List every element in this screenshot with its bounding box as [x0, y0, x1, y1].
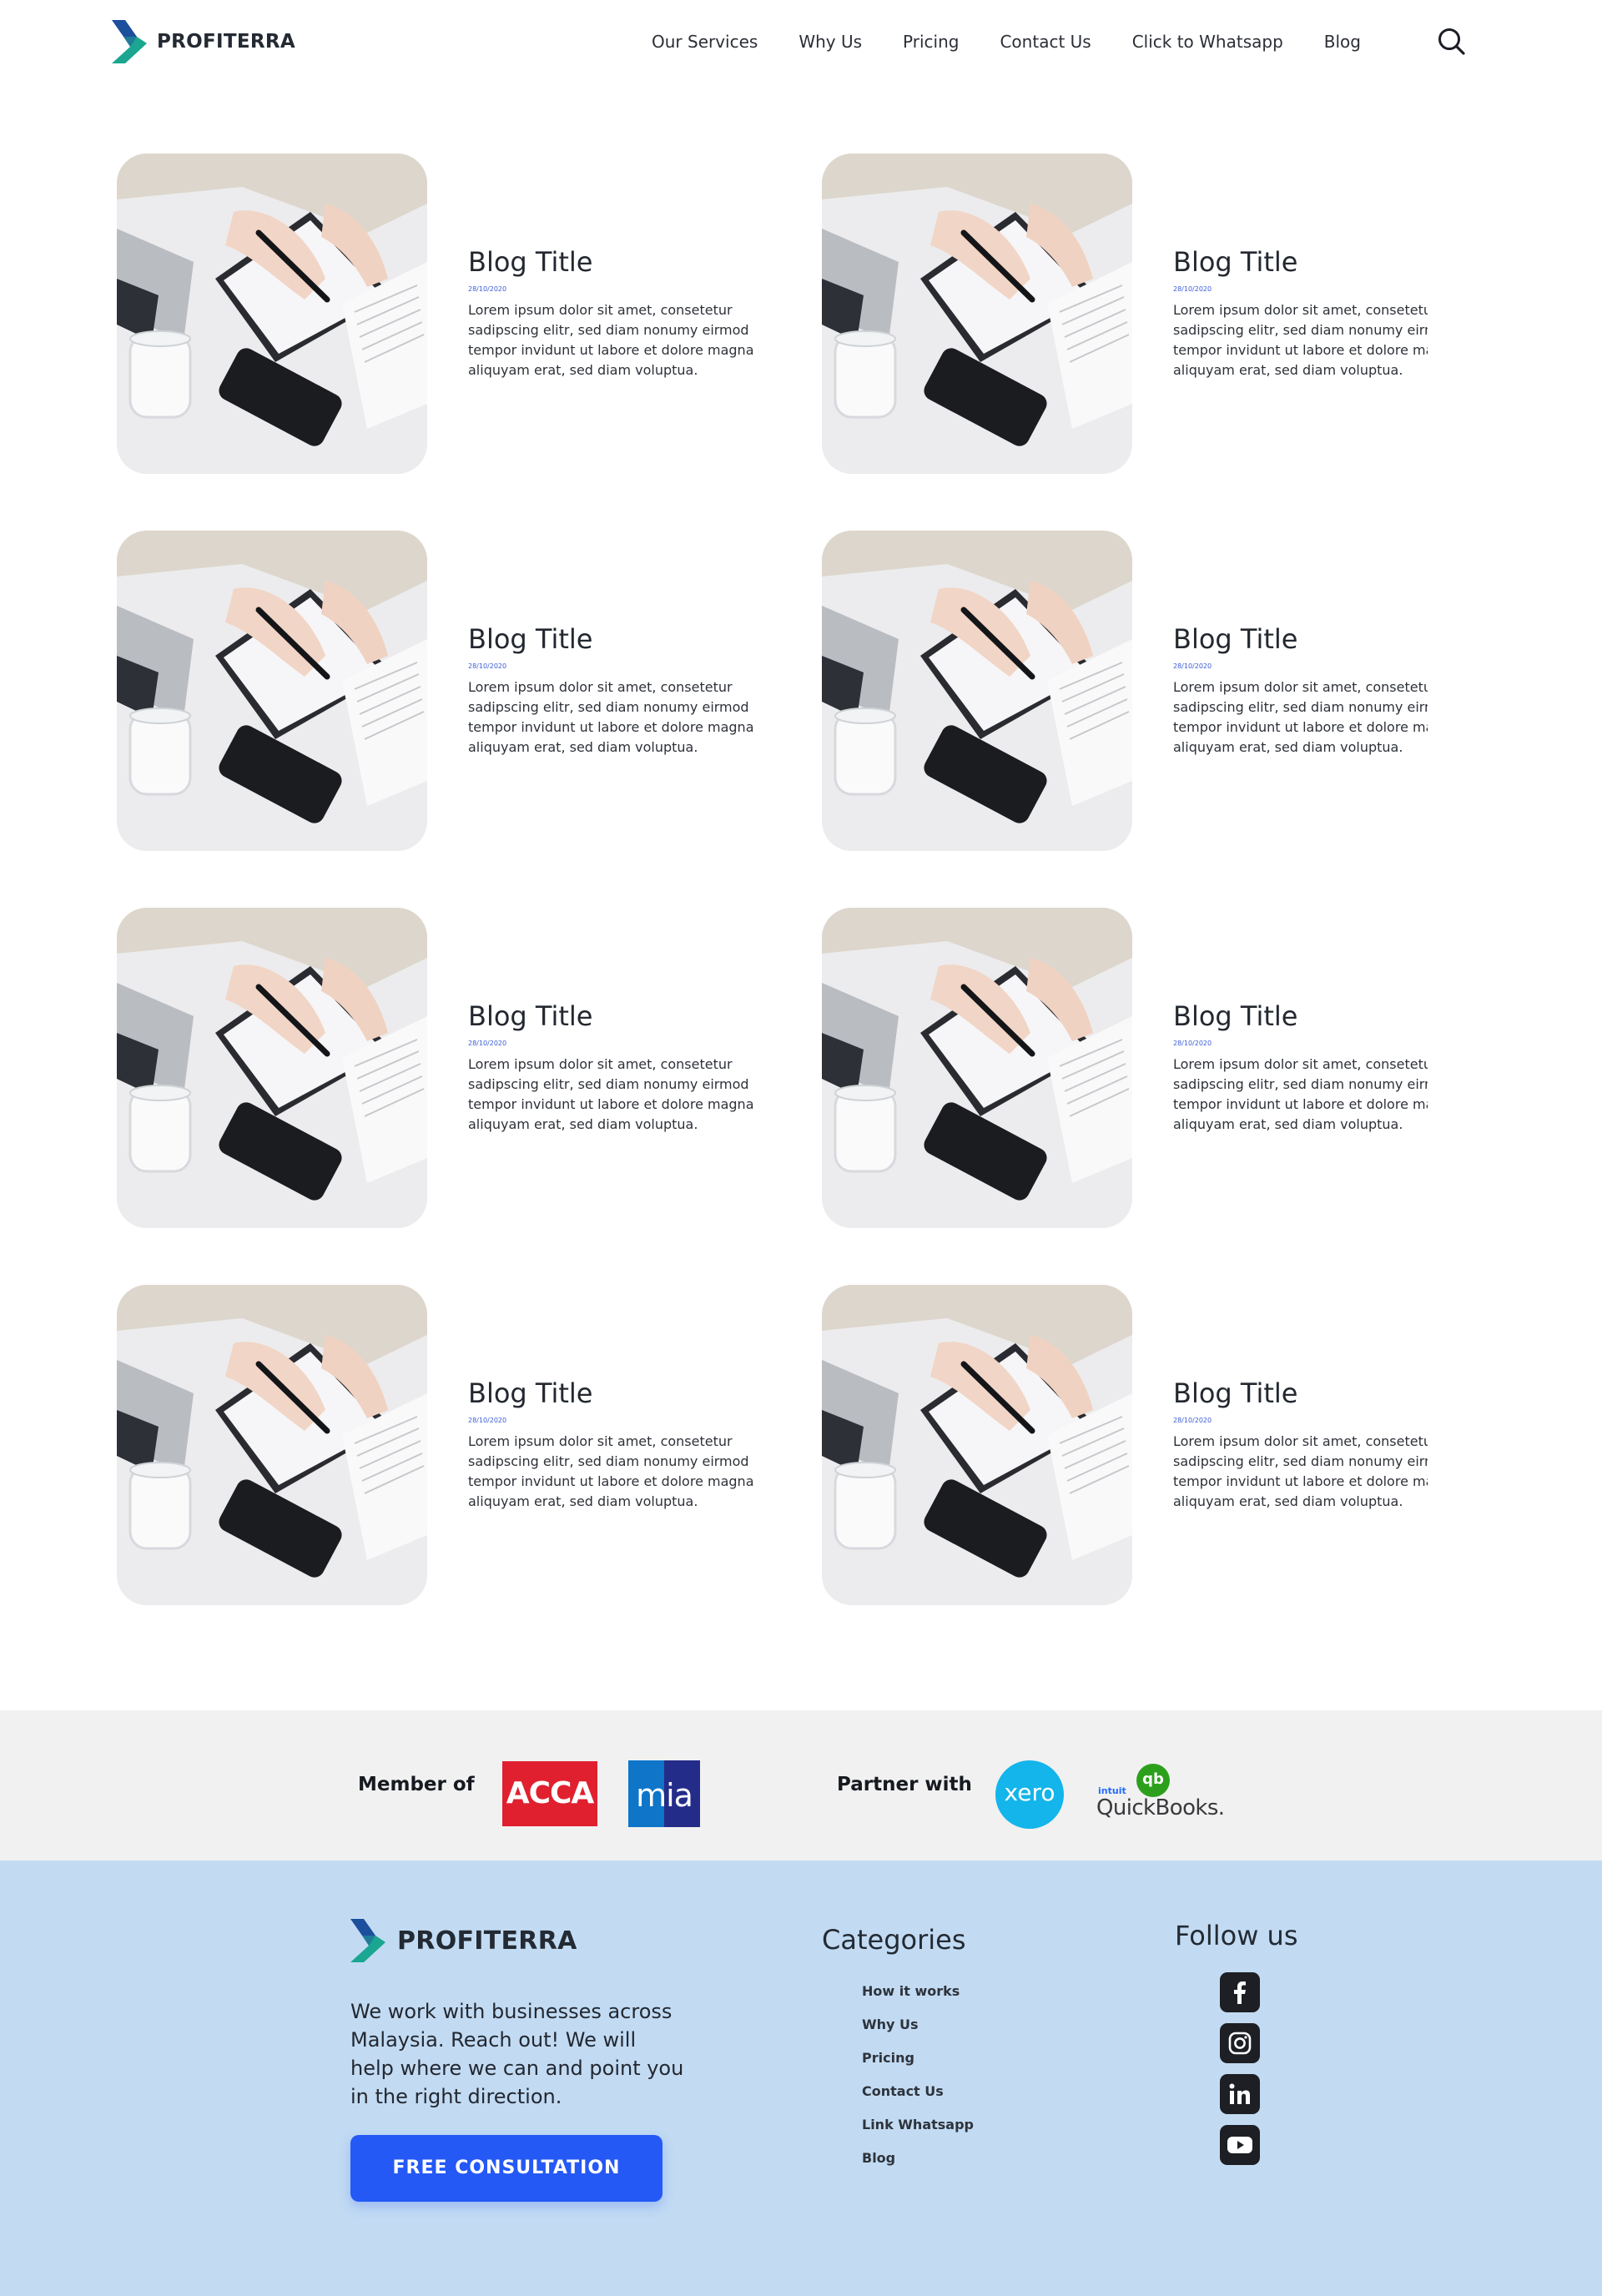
blog-excerpt: Lorem ipsum dolor sit amet, consetetur s… — [468, 1056, 754, 1132]
desk-photo-image — [822, 908, 1132, 1228]
blog-card[interactable]: Blog Title 28/10/2020 Lorem ipsum dolor … — [822, 531, 1473, 851]
desk-photo-image — [117, 154, 427, 474]
brand-logo[interactable]: PROFITERRA — [112, 20, 295, 63]
desk-photo-image — [822, 531, 1132, 851]
blog-card[interactable]: Blog Title 28/10/2020 Lorem ipsum dolor … — [117, 531, 768, 851]
footer-brand-name: PROFITERRA — [397, 1926, 577, 1956]
blog-card[interactable]: Blog Title 28/10/2020 Lorem ipsum dolor … — [822, 908, 1473, 1228]
desk-photo-image — [822, 1285, 1132, 1605]
brand-mark-icon — [112, 20, 147, 63]
memberships-band: Member of ACCA mia Partner with xero qb … — [0, 1710, 1602, 1860]
blog-card[interactable]: Blog Title 28/10/2020 Lorem ipsum dolor … — [117, 154, 768, 474]
quickbooks-mark-icon: qb — [1136, 1764, 1170, 1797]
blog-thumbnail[interactable] — [822, 908, 1132, 1228]
blog-title[interactable]: Blog Title — [468, 245, 768, 279]
youtube-icon[interactable] — [1220, 2125, 1260, 2165]
nav-our-services[interactable]: Our Services — [652, 30, 758, 53]
blog-date: 28/10/2020 — [1173, 1417, 1212, 1424]
partner-with-label: Partner with — [837, 1774, 972, 1795]
blog-title[interactable]: Blog Title — [468, 999, 768, 1033]
blog-date: 28/10/2020 — [468, 1417, 507, 1424]
blog-excerpt: Lorem ipsum dolor sit amet, consetetur s… — [1173, 679, 1428, 755]
instagram-icon[interactable] — [1220, 2023, 1260, 2063]
footer-link-contact-us[interactable]: Contact Us — [862, 2083, 974, 2100]
blog-excerpt: Lorem ipsum dolor sit amet, consetetur s… — [1173, 302, 1428, 378]
nav-blog[interactable]: Blog — [1324, 30, 1361, 53]
blog-title[interactable]: Blog Title — [468, 622, 768, 656]
blog-title[interactable]: Blog Title — [1173, 999, 1428, 1033]
blog-title[interactable]: Blog Title — [468, 1377, 768, 1410]
nav-why-us[interactable]: Why Us — [798, 30, 862, 53]
quickbooks-wordmark: QuickBooks. — [1096, 1795, 1225, 1820]
nav-whatsapp[interactable]: Click to Whatsapp — [1132, 30, 1283, 53]
mia-logo: mia — [628, 1760, 700, 1827]
blog-date: 28/10/2020 — [468, 1040, 507, 1047]
nav-contact-us[interactable]: Contact Us — [1000, 30, 1091, 53]
blog-title[interactable]: Blog Title — [1173, 622, 1428, 656]
blog-excerpt: Lorem ipsum dolor sit amet, consetetur s… — [1173, 1433, 1428, 1509]
blog-date: 28/10/2020 — [1173, 1040, 1212, 1047]
blog-excerpt: Lorem ipsum dolor sit amet, consetetur s… — [468, 1433, 754, 1509]
blog-thumbnail[interactable] — [117, 908, 427, 1228]
quickbooks-logo: qb intuit QuickBooks. — [1096, 1764, 1225, 1830]
desk-photo-image — [117, 1285, 427, 1605]
member-of-label: Member of — [358, 1774, 475, 1795]
blog-thumbnail[interactable] — [822, 531, 1132, 851]
footer-blurb: We work with businesses across Malaysia.… — [350, 2000, 684, 2108]
facebook-icon[interactable] — [1220, 1972, 1260, 2012]
blog-card[interactable]: Blog Title 28/10/2020 Lorem ipsum dolor … — [117, 1285, 768, 1605]
blog-title[interactable]: Blog Title — [1173, 245, 1428, 279]
blog-card[interactable]: Blog Title 28/10/2020 Lorem ipsum dolor … — [822, 1285, 1473, 1605]
footer-link-blog[interactable]: Blog — [862, 2150, 974, 2167]
footer-link-why-us[interactable]: Why Us — [862, 2017, 974, 2033]
blog-excerpt: Lorem ipsum dolor sit amet, consetetur s… — [468, 679, 754, 755]
blog-excerpt: Lorem ipsum dolor sit amet, consetetur s… — [468, 302, 754, 378]
blog-card[interactable]: Blog Title 28/10/2020 Lorem ipsum dolor … — [822, 154, 1473, 474]
footer-brand-logo[interactable]: PROFITERRA — [350, 1919, 577, 1962]
site-header: PROFITERRA Our Services Why Us Pricing C… — [0, 0, 1602, 83]
blog-date: 28/10/2020 — [468, 285, 507, 293]
desk-photo-image — [822, 154, 1132, 474]
blog-thumbnail[interactable] — [117, 154, 427, 474]
categories-heading: Categories — [822, 1924, 966, 1956]
blog-thumbnail[interactable] — [117, 531, 427, 851]
search-icon[interactable] — [1437, 27, 1467, 57]
footer-categories: How it works Why Us Pricing Contact Us L… — [862, 1983, 974, 2183]
brand-mark-icon — [350, 1919, 385, 1962]
brand-name: PROFITERRA — [157, 31, 296, 53]
blog-excerpt: Lorem ipsum dolor sit amet, consetetur s… — [1173, 1056, 1428, 1132]
main-nav: Our Services Why Us Pricing Contact Us C… — [652, 30, 1361, 53]
footer-link-how-it-works[interactable]: How it works — [862, 1983, 974, 2000]
blog-thumbnail[interactable] — [822, 154, 1132, 474]
blog-thumbnail[interactable] — [117, 1285, 427, 1605]
footer-link-pricing[interactable]: Pricing — [862, 2050, 974, 2067]
desk-photo-image — [117, 908, 427, 1228]
xero-logo: xero — [995, 1760, 1064, 1829]
linkedin-icon[interactable] — [1220, 2074, 1260, 2114]
footer-link-whatsapp[interactable]: Link Whatsapp — [862, 2117, 974, 2133]
blog-thumbnail[interactable] — [822, 1285, 1132, 1605]
blog-date: 28/10/2020 — [1173, 285, 1212, 293]
blog-title[interactable]: Blog Title — [1173, 1377, 1428, 1410]
blog-card[interactable]: Blog Title 28/10/2020 Lorem ipsum dolor … — [117, 908, 768, 1228]
acca-logo: ACCA — [502, 1761, 597, 1826]
site-footer: PROFITERRA We work with businesses acros… — [0, 1860, 1602, 2296]
blog-date: 28/10/2020 — [468, 662, 507, 670]
nav-pricing[interactable]: Pricing — [903, 30, 959, 53]
desk-photo-image — [117, 531, 427, 851]
blog-date: 28/10/2020 — [1173, 662, 1212, 670]
follow-us-heading: Follow us — [1175, 1920, 1298, 1951]
free-consultation-button[interactable]: FREE CONSULTATION — [350, 2135, 662, 2202]
